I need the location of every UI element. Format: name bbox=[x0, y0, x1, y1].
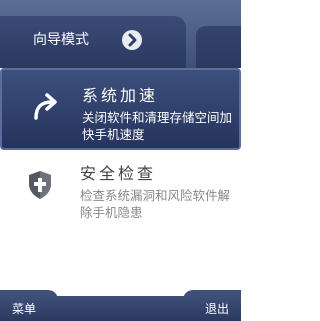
curved-arrow-icon bbox=[34, 93, 57, 120]
app-screen: 向导模式 系统加速 关闭软件和清理存储空间加快手机速度 安全检查 检查系统漏洞和… bbox=[0, 0, 241, 321]
menu-softkey[interactable]: 菜单 bbox=[12, 300, 36, 317]
wizard-mode-label: 向导模式 bbox=[33, 32, 89, 48]
wizard-mode-tab[interactable] bbox=[0, 16, 186, 68]
menu-item-security-check[interactable]: 安全检查 检查系统漏洞和风险软件解除手机隐患 bbox=[0, 150, 241, 228]
chevron-right-icon[interactable] bbox=[122, 30, 142, 50]
shield-cross-icon bbox=[29, 171, 51, 199]
menu-list: 系统加速 关闭软件和清理存储空间加快手机速度 安全检查 检查系统漏洞和风险软件解… bbox=[0, 68, 241, 297]
exit-softkey[interactable]: 退出 bbox=[205, 300, 229, 317]
system-boost-title: 系统加速 bbox=[82, 86, 159, 105]
system-boost-description: 关闭软件和清理存储空间加快手机速度 bbox=[82, 110, 233, 142]
header-tab-notch bbox=[196, 26, 241, 68]
chevron-right-icon-graphic bbox=[128, 33, 137, 47]
softkey-bar: 菜单 退出 bbox=[0, 296, 241, 321]
security-check-description: 检查系统漏洞和风险软件解除手机隐患 bbox=[80, 188, 231, 220]
security-check-title: 安全检查 bbox=[80, 164, 157, 183]
menu-item-system-boost[interactable]: 系统加速 关闭软件和清理存储空间加快手机速度 bbox=[0, 68, 241, 150]
